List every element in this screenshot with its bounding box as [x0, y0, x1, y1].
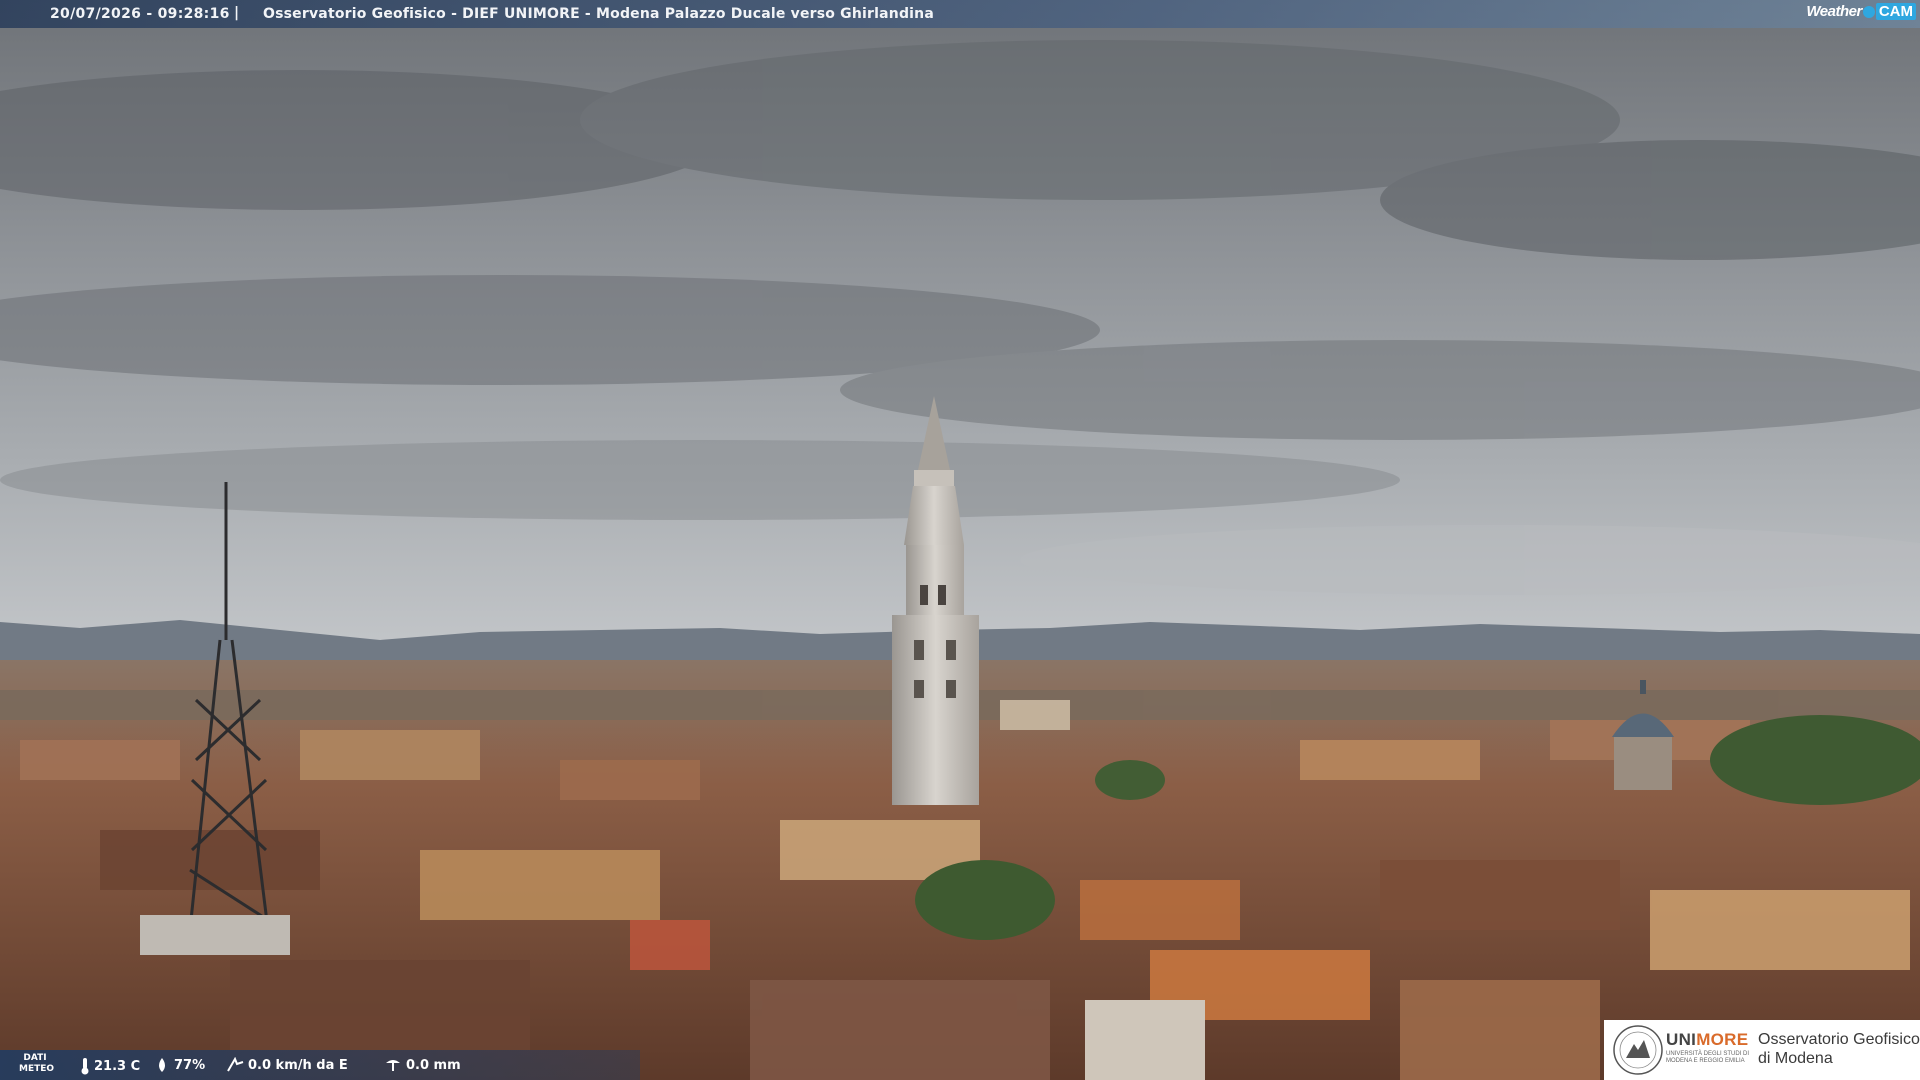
meteo-data-bar: DATI METEO 21.3 C 77% 0.0 km/h da E 0.0 … — [0, 1050, 640, 1080]
humidity-reading: 77% — [154, 1057, 205, 1073]
temperature-value: 21.3 C — [94, 1058, 141, 1074]
rain-value: 0.0 mm — [406, 1057, 461, 1073]
meteo-label: DATI METEO — [19, 1053, 55, 1075]
trees-center — [915, 860, 1055, 940]
temperature-reading: 21.3 C — [80, 1057, 140, 1075]
cathedral-facade — [1085, 1000, 1205, 1080]
rain-icon — [386, 1060, 400, 1071]
unimore-logo-box: UNIMORE UNIVERSITÀ DEGLI STUDI DI MODENA… — [1604, 1020, 1920, 1080]
wind-reading: 0.0 km/h da E — [226, 1057, 348, 1073]
university-name-part1: UNI — [1666, 1030, 1697, 1049]
logo-text-weather: Weather — [1806, 3, 1862, 20]
university-name-part2: MORE — [1696, 1030, 1749, 1049]
camera-title: Osservatorio Geofisico - DIEF UNIMORE - … — [263, 6, 934, 22]
timestamp: 20/07/2026 - 09:28:16 — [50, 6, 230, 22]
humidity-value: 77% — [174, 1057, 206, 1073]
thermometer-icon — [81, 1058, 89, 1075]
logo-text-cam: CAM — [1875, 3, 1916, 20]
humidity-drop-icon — [159, 1058, 165, 1072]
observatory-line1: Osservatorio Geofisico — [1758, 1031, 1920, 1048]
wind-icon — [227, 1057, 244, 1072]
university-subtitle: UNIVERSITÀ DEGLI STUDI DI MODENA E REGGI… — [1666, 1051, 1750, 1064]
weathercam-logo: Weather CAM — [1806, 3, 1916, 20]
wind-value: 0.0 km/h da E — [248, 1057, 348, 1073]
rain-reading: 0.0 mm — [384, 1057, 461, 1073]
logo-dot-icon — [1862, 5, 1875, 18]
observatory-line2: di Modena — [1758, 1050, 1833, 1067]
header-bar: 20/07/2026 - 09:28:16 | Osservatorio Geo… — [0, 0, 1920, 28]
webcam-view — [0, 0, 1920, 1080]
university-seal-icon — [1613, 1025, 1663, 1075]
university-name: UNIMORE — [1666, 1030, 1748, 1050]
meteo-label-line1: DATI — [23, 1053, 47, 1063]
header-separator: | — [234, 5, 240, 21]
trees-right — [1710, 715, 1920, 805]
observatory-name: Osservatorio Geofisico di Modena — [1758, 1030, 1920, 1068]
meteo-label-line2: METEO — [19, 1064, 55, 1074]
